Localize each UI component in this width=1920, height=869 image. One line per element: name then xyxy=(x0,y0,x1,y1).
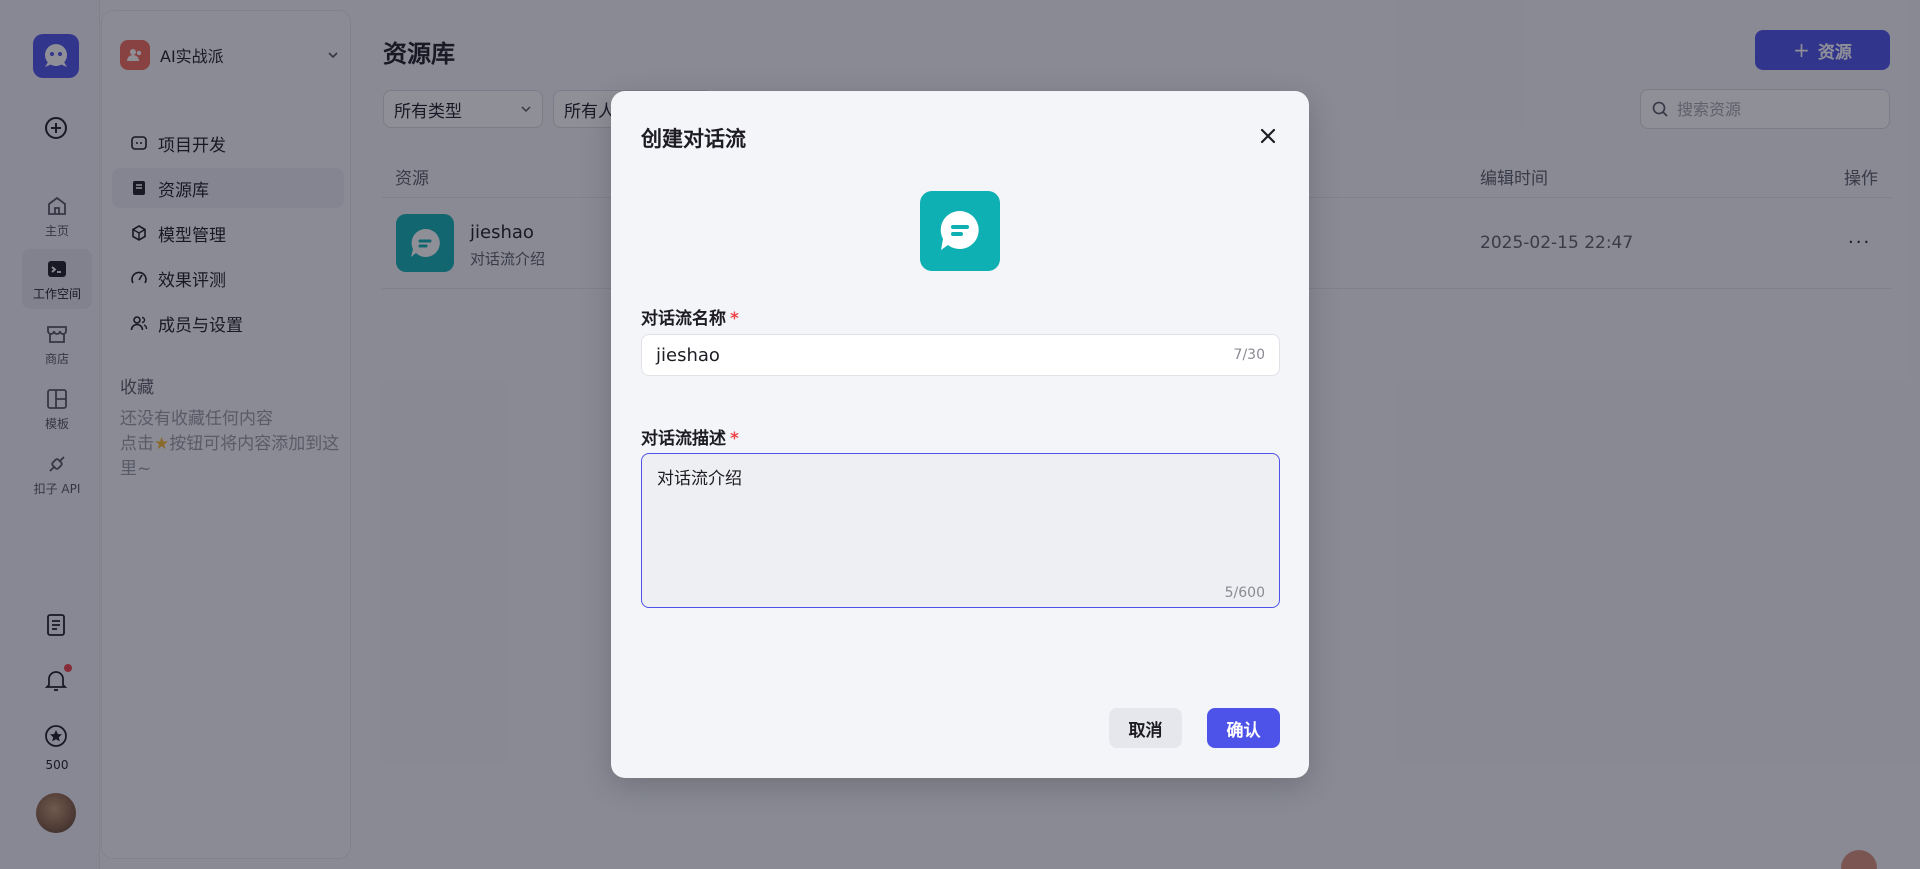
close-icon[interactable] xyxy=(1253,121,1283,151)
name-field-value: jieshao xyxy=(656,344,720,366)
name-label-text: 对话流名称 xyxy=(641,309,726,329)
confirm-button[interactable]: 确认 xyxy=(1207,708,1280,748)
name-field[interactable]: jieshao 7/30 xyxy=(641,334,1280,376)
cancel-button[interactable]: 取消 xyxy=(1109,708,1182,748)
create-chatflow-dialog: 创建对话流 对话流名称 * jieshao 7/30 对话流描述 * 对话流介绍 5… xyxy=(611,91,1309,778)
chatflow-icon[interactable] xyxy=(920,191,1000,271)
name-field-label: 对话流名称 * xyxy=(641,304,739,329)
required-mark: * xyxy=(730,429,739,449)
required-mark: * xyxy=(730,309,739,329)
description-textarea[interactable]: 对话流介绍 5/600 xyxy=(641,453,1280,608)
desc-char-counter: 5/600 xyxy=(1224,585,1265,601)
desc-label-text: 对话流描述 xyxy=(641,429,726,449)
name-char-counter: 7/30 xyxy=(1233,347,1265,363)
dialog-title: 创建对话流 xyxy=(641,127,746,151)
description-value: 对话流介绍 xyxy=(657,469,742,489)
desc-field-label: 对话流描述 * xyxy=(641,424,739,449)
